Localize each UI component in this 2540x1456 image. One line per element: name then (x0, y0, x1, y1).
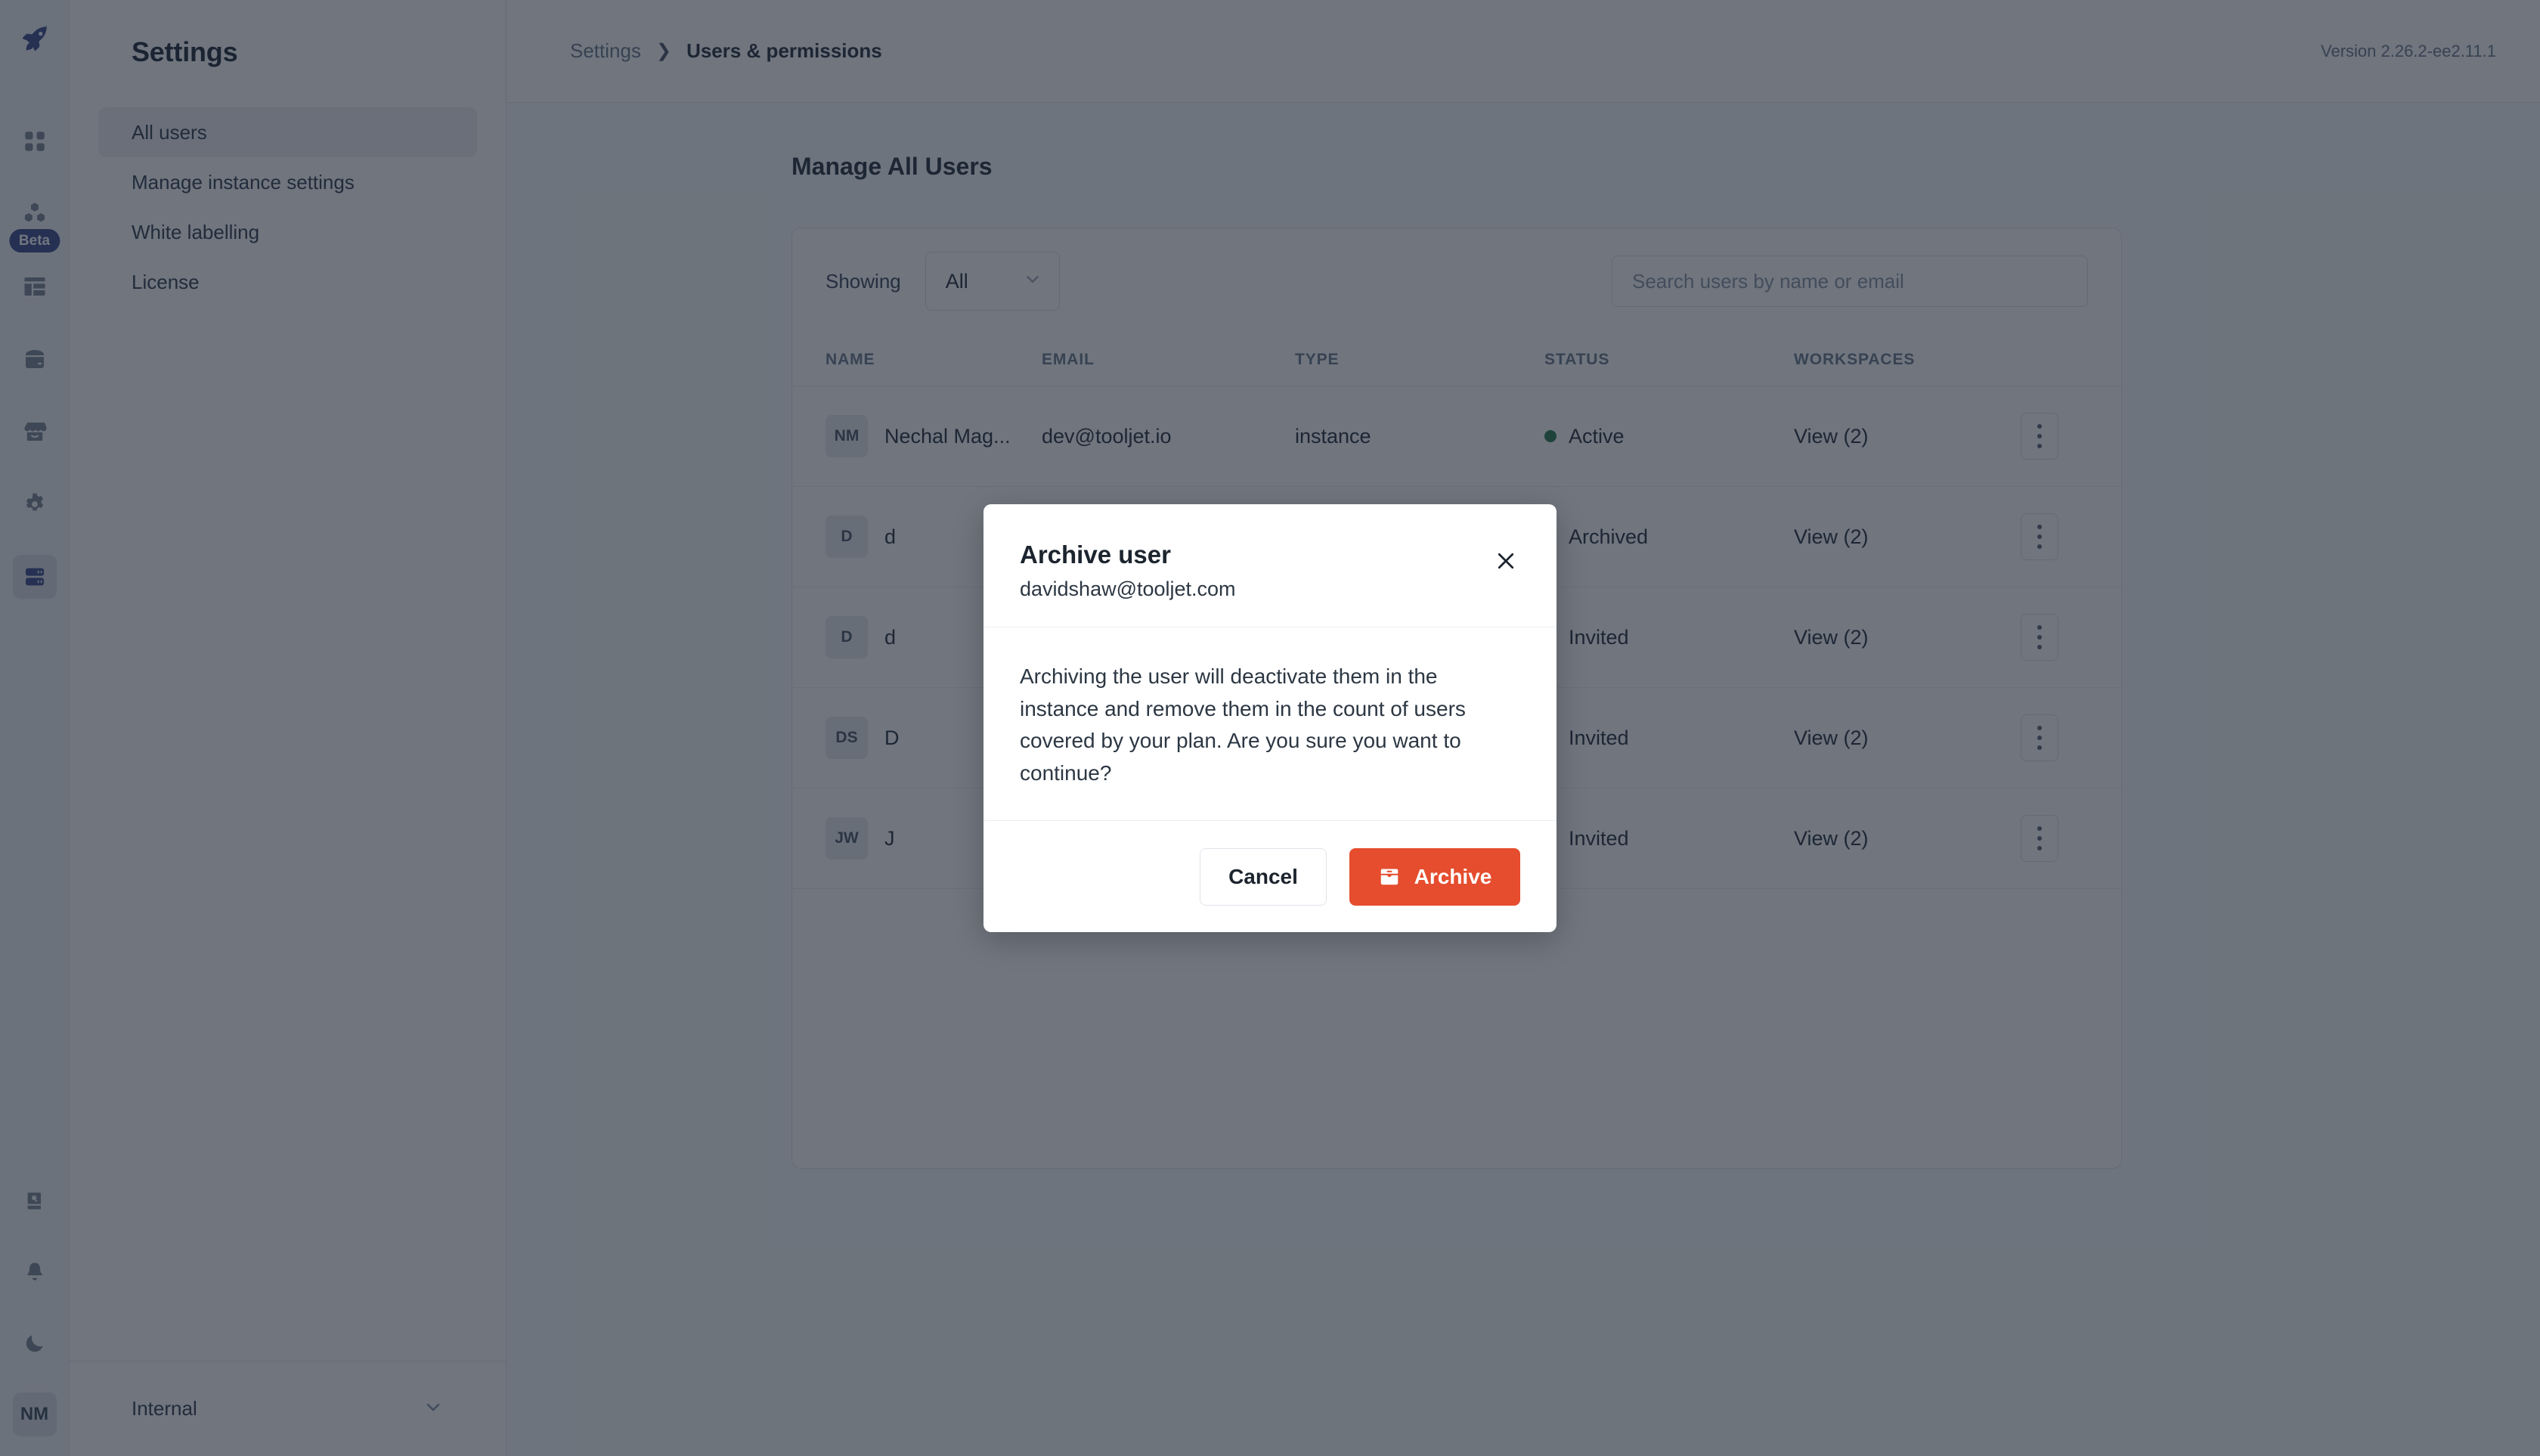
archive-user-modal: Archive user davidshaw@tooljet.com Archi… (983, 504, 1557, 932)
modal-title: Archive user (1020, 541, 1171, 568)
modal-header: Archive user davidshaw@tooljet.com (983, 504, 1557, 628)
cancel-button[interactable]: Cancel (1200, 847, 1327, 906)
archive-box-icon (1378, 866, 1401, 888)
archive-button-label: Archive (1414, 864, 1492, 888)
close-icon[interactable] (1488, 544, 1523, 578)
app-root: Beta (0, 0, 2540, 1456)
modal-footer: Cancel Archive (983, 820, 1557, 932)
archive-button[interactable]: Archive (1349, 847, 1520, 906)
modal-message: Archiving the user will deactivate them … (1020, 664, 1466, 785)
modal-body: Archiving the user will deactivate them … (983, 627, 1557, 820)
modal-subtitle: davidshaw@tooljet.com (1020, 578, 1236, 601)
